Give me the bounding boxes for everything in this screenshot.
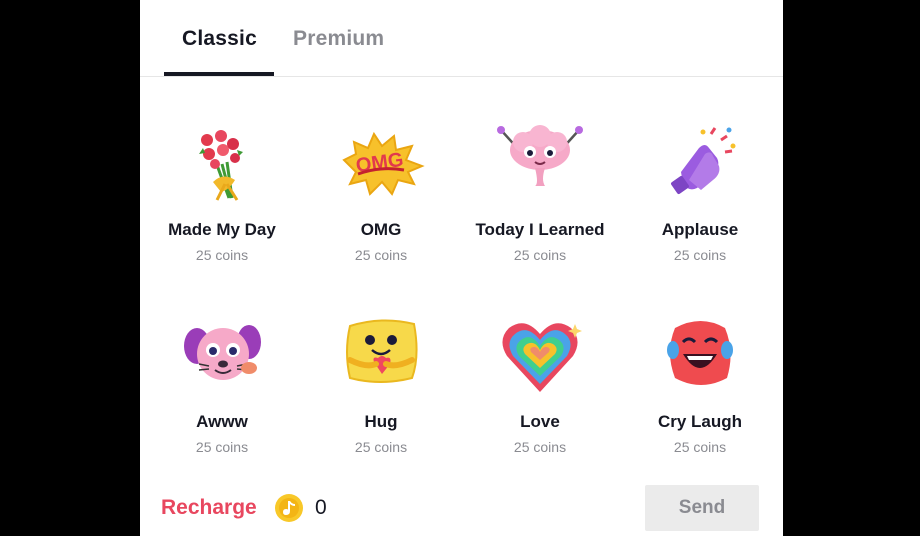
coin-icon — [275, 494, 303, 522]
gift-panel: Classic Premium Made My Day 25 coins OMG… — [140, 0, 783, 536]
gift-applause[interactable]: Applause 25 coins — [620, 120, 780, 290]
clapping-hands-icon — [671, 127, 736, 194]
gift-name: Hug — [364, 412, 398, 431]
gift-price: 25 coins — [354, 439, 408, 455]
gift-hug[interactable]: Hug 25 coins — [301, 312, 461, 482]
cry-laugh-face-icon — [667, 321, 733, 385]
gift-made-my-day[interactable]: Made My Day 25 coins — [142, 120, 302, 290]
tab-premium[interactable]: Premium — [293, 27, 384, 51]
gift-price: 25 coins — [673, 247, 727, 263]
gift-price: 25 coins — [195, 439, 249, 455]
gift-name: OMG — [360, 220, 402, 239]
gift-name: Awww — [196, 412, 248, 431]
coin-balance: 0 — [315, 496, 327, 519]
send-button[interactable]: Send — [645, 485, 759, 531]
gift-name: Cry Laugh — [657, 412, 743, 431]
flower-bouquet-icon — [199, 130, 243, 201]
gift-price: 25 coins — [513, 247, 567, 263]
gift-name: Love — [520, 412, 560, 431]
gift-love[interactable]: Love 25 coins — [460, 312, 620, 482]
puppy-icon — [184, 325, 261, 380]
tab-classic[interactable]: Classic — [182, 27, 257, 51]
gift-tabs: Classic Premium — [140, 0, 783, 77]
rainbow-heart-icon — [502, 323, 582, 392]
gift-footer: Recharge 0 Send — [140, 480, 783, 536]
active-tab-indicator — [164, 72, 274, 76]
omg-splash-icon: OMG — [342, 131, 425, 196]
gift-name: Applause — [661, 220, 739, 239]
gift-price: 25 coins — [354, 247, 408, 263]
gift-name: Made My Day — [168, 220, 276, 239]
gift-today-i-learned[interactable]: Today I Learned 25 coins — [460, 120, 620, 290]
gift-awww[interactable]: Awww 25 coins — [142, 312, 302, 482]
hug-sponge-icon — [346, 319, 418, 383]
gift-price: 25 coins — [513, 439, 567, 455]
brain-icon — [497, 125, 583, 186]
gift-name: Today I Learned — [475, 220, 605, 239]
gift-omg[interactable]: OMG OMG 25 coins — [301, 120, 461, 290]
gift-cry-laugh[interactable]: Cry Laugh 25 coins — [620, 312, 780, 482]
gift-price: 25 coins — [673, 439, 727, 455]
gift-price: 25 coins — [195, 247, 249, 263]
recharge-link[interactable]: Recharge — [161, 496, 257, 520]
